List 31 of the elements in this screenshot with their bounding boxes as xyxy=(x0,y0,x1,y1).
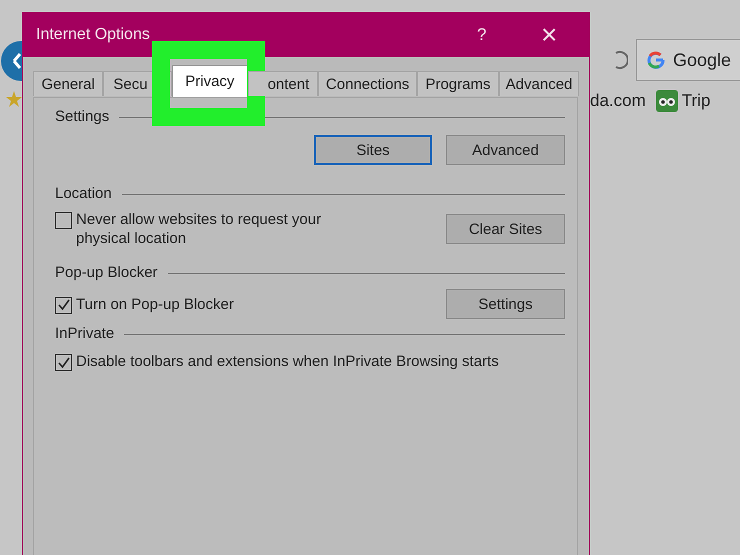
tab[interactable]: Advanced xyxy=(499,71,580,96)
bookmark-link[interactable]: Trip xyxy=(682,91,710,111)
checkbox[interactable] xyxy=(55,296,72,314)
section-heading: Location xyxy=(55,185,112,202)
tab[interactable]: General xyxy=(33,71,104,96)
back-button[interactable] xyxy=(0,40,22,82)
checkbox-label: Never allow websites to request your physical location xyxy=(76,210,322,248)
dialog-button[interactable]: Clear Sites xyxy=(446,214,565,244)
checkbox-label: Disable toolbars and extensions when InPrivate Browsing starts xyxy=(76,352,499,371)
checkbox[interactable] xyxy=(55,354,72,371)
bookmark-link[interactable]: da.com xyxy=(590,91,646,111)
section-heading: InPrivate xyxy=(55,325,114,342)
tab[interactable]: ontent xyxy=(248,71,318,96)
search-box[interactable]: Google xyxy=(636,39,740,81)
tab[interactable]: Privacy xyxy=(172,65,248,97)
tab[interactable]: Programs xyxy=(416,71,500,96)
dialog-button[interactable]: Sites xyxy=(314,135,432,165)
dialog-button[interactable]: Advanced xyxy=(446,135,565,165)
section-heading: Settings xyxy=(55,108,110,125)
section-heading: Pop-up Blocker xyxy=(55,264,158,281)
google-logo-icon xyxy=(647,51,665,69)
close-button[interactable]: × xyxy=(541,18,589,50)
tab[interactable]: Connections xyxy=(318,71,417,96)
dialog-button[interactable]: Settings xyxy=(446,289,565,319)
window-title: Internet Options xyxy=(36,26,151,44)
refresh-icon[interactable] xyxy=(614,49,628,71)
favorites-star-icon[interactable] xyxy=(6,90,22,108)
checkbox[interactable] xyxy=(55,212,72,229)
help-button[interactable]: ? xyxy=(477,24,541,44)
checkbox-label: Turn on Pop-up Blocker xyxy=(76,294,234,314)
owl-eyes-icon[interactable] xyxy=(656,90,678,112)
